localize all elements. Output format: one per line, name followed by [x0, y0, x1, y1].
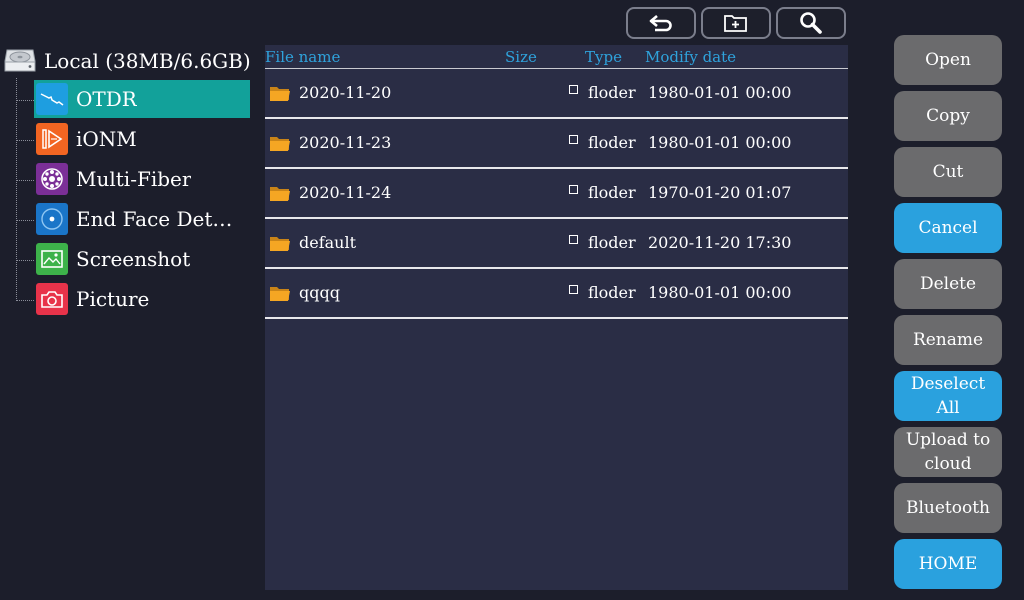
- file-toolbar: [626, 7, 851, 40]
- return-arrow-icon: [649, 15, 672, 32]
- file-date: 1970-01-20 01:07: [648, 183, 792, 202]
- file-row[interactable]: 2020-11-20 floder 1980-01-01 00:00: [265, 69, 848, 119]
- cut-button[interactable]: Cut: [894, 147, 1002, 197]
- file-list-panel: File name Size Type Modify date 2020-11-…: [265, 45, 848, 590]
- file-name: default: [299, 233, 357, 252]
- otdr-trace-icon: [36, 83, 68, 115]
- search-button[interactable]: [776, 7, 846, 39]
- tree-item-label: OTDR: [76, 87, 137, 111]
- tree-item-screenshot[interactable]: Screenshot: [17, 240, 250, 278]
- copy-button[interactable]: Copy: [894, 91, 1002, 141]
- file-type: floder: [588, 183, 636, 202]
- column-header-type[interactable]: Type: [585, 48, 622, 66]
- tree-item-label: Screenshot: [76, 247, 191, 271]
- file-type: floder: [588, 233, 636, 252]
- file-name: qqqq: [299, 283, 340, 302]
- deselect-all-button[interactable]: Deselect All: [894, 371, 1002, 421]
- open-button[interactable]: Open: [894, 35, 1002, 85]
- file-name: 2020-11-24: [299, 183, 392, 202]
- file-type: floder: [588, 133, 636, 152]
- column-header-size[interactable]: Size: [505, 48, 537, 66]
- tree-item-multi-fiber[interactable]: Multi-Fiber: [17, 160, 250, 198]
- bluetooth-button[interactable]: Bluetooth: [894, 483, 1002, 533]
- new-folder-button[interactable]: [701, 7, 771, 39]
- folder-icon: [270, 187, 290, 201]
- file-row[interactable]: 2020-11-23 floder 1980-01-01 00:00: [265, 119, 848, 169]
- folder-icon: [270, 87, 290, 101]
- tree-item-end-face-detection[interactable]: End Face Detection: [17, 200, 250, 238]
- back-button[interactable]: [626, 7, 696, 39]
- file-type: floder: [588, 283, 636, 302]
- tree-root-label: Local (38MB/6.6GB): [44, 49, 251, 73]
- file-name: 2020-11-20: [299, 83, 392, 102]
- tree-item-ionm[interactable]: iONM: [17, 120, 250, 158]
- ionm-icon: [36, 123, 68, 155]
- file-date: 1980-01-01 00:00: [648, 133, 792, 152]
- file-list-header: File name Size Type Modify date: [265, 45, 848, 69]
- row-checkbox[interactable]: [569, 185, 578, 194]
- cancel-button[interactable]: Cancel: [894, 203, 1002, 253]
- tree-item-label: End Face Detection: [76, 207, 244, 231]
- file-row[interactable]: qqqq floder 1980-01-01 00:00: [265, 269, 848, 319]
- hard-drive-icon: [4, 49, 36, 72]
- file-date: 2020-11-20 17:30: [648, 233, 792, 252]
- row-checkbox[interactable]: [569, 85, 578, 94]
- folder-icon: [270, 287, 290, 301]
- new-folder-icon: [724, 15, 747, 32]
- camera-icon: [36, 283, 68, 315]
- tree-item-otdr[interactable]: OTDR: [17, 80, 250, 118]
- tree-item-label: Multi-Fiber: [76, 167, 192, 191]
- upload-to-cloud-button[interactable]: Upload to cloud: [894, 427, 1002, 477]
- tree-item-picture[interactable]: Picture: [17, 280, 250, 318]
- folder-icon: [270, 237, 290, 251]
- column-header-name[interactable]: File name: [265, 48, 340, 66]
- file-row[interactable]: default floder 2020-11-20 17:30: [265, 219, 848, 269]
- tree-connector: [16, 78, 17, 301]
- tree-item-label: Picture: [76, 287, 150, 311]
- end-face-icon: [36, 203, 68, 235]
- home-button[interactable]: HOME: [894, 539, 1002, 589]
- multi-fiber-icon: [36, 163, 68, 195]
- tree-item-label: iONM: [76, 127, 137, 151]
- file-type: floder: [588, 83, 636, 102]
- file-date: 1980-01-01 00:00: [648, 83, 792, 102]
- folder-tree: Local (38MB/6.6GB) OTDR iONM Multi-Fiber…: [0, 40, 260, 340]
- folder-icon: [270, 137, 290, 151]
- file-name: 2020-11-23: [299, 133, 392, 152]
- row-checkbox[interactable]: [569, 235, 578, 244]
- tree-root-local[interactable]: Local (38MB/6.6GB): [4, 44, 251, 78]
- row-checkbox[interactable]: [569, 135, 578, 144]
- screenshot-icon: [36, 243, 68, 275]
- search-icon: [800, 12, 822, 34]
- file-row[interactable]: 2020-11-24 floder 1970-01-20 01:07: [265, 169, 848, 219]
- row-checkbox[interactable]: [569, 285, 578, 294]
- rename-button[interactable]: Rename: [894, 315, 1002, 365]
- column-header-date[interactable]: Modify date: [645, 48, 736, 66]
- delete-button[interactable]: Delete: [894, 259, 1002, 309]
- file-date: 1980-01-01 00:00: [648, 283, 792, 302]
